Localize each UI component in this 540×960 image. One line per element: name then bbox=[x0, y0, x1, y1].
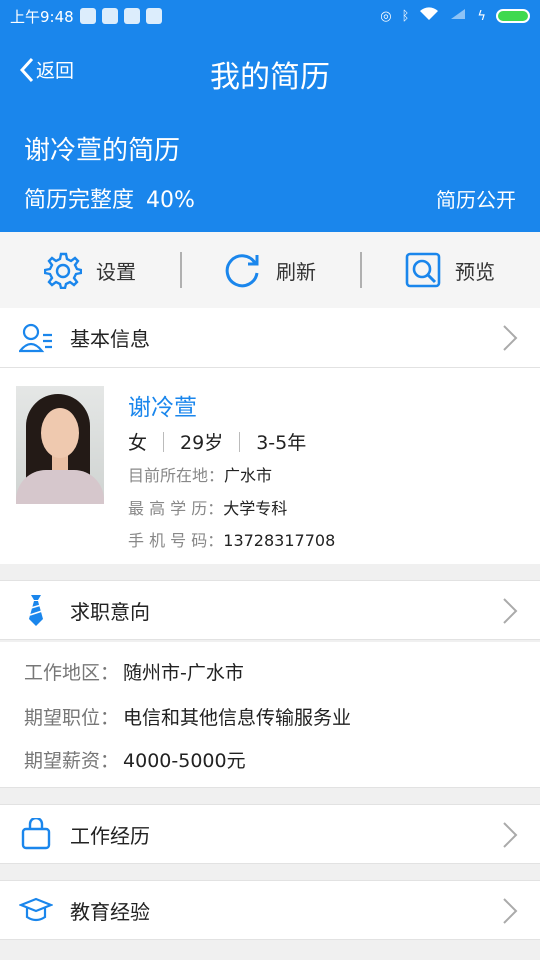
basic-info-row[interactable]: 基本信息 bbox=[0, 308, 540, 368]
resume-completeness: 简历完整度 40% bbox=[24, 182, 195, 214]
action-bar: 设置 刷新 预览 bbox=[0, 232, 540, 308]
completeness-value: 40% bbox=[146, 188, 195, 213]
graduation-cap-icon bbox=[18, 892, 54, 928]
tie-icon bbox=[18, 592, 54, 628]
work-experience-row[interactable]: 工作经历 bbox=[0, 804, 540, 864]
candidate-name: 谢冷萱 bbox=[128, 395, 197, 421]
chevron-right-icon bbox=[503, 598, 518, 624]
charging-icon: ϟ bbox=[477, 8, 486, 24]
work-area-label: 工作地区： bbox=[24, 662, 120, 684]
chevron-right-icon bbox=[503, 325, 518, 351]
resume-owner-title: 谢冷萱的简历 bbox=[24, 136, 181, 166]
expected-position-value: 电信和其他信息传输服务业 bbox=[123, 707, 352, 729]
age: 29岁 bbox=[180, 432, 224, 454]
education-experience-row[interactable]: 教育经验 bbox=[0, 880, 540, 940]
status-time: 上午9:48 bbox=[10, 7, 74, 26]
expected-salary-value: 4000-5000元 bbox=[123, 750, 246, 772]
basic-info-card: 谢冷萱 女 29岁 3-5年 目前所在地：广水市 最 高 学 历：大学专科 手 … bbox=[0, 368, 540, 564]
job-intention-card: 工作地区： 随州市-广水市 期望职位： 电信和其他信息传输服务业 期望薪资： 4000… bbox=[0, 642, 540, 788]
wechat-notification-icon bbox=[123, 8, 140, 24]
battery-icon bbox=[496, 9, 530, 23]
work-experience-title: 工作经历 bbox=[70, 823, 150, 848]
preview-button[interactable]: 预览 bbox=[360, 232, 540, 308]
resume-public-toggle[interactable]: 简历公开 bbox=[436, 184, 516, 213]
basic-info-title: 基本信息 bbox=[70, 327, 150, 351]
refresh-icon bbox=[225, 254, 259, 288]
experience-years: 3-5年 bbox=[256, 432, 307, 454]
preview-icon bbox=[405, 252, 441, 288]
expected-position-line: 期望职位： 电信和其他信息传输服务业 bbox=[24, 703, 351, 730]
status-left: 上午9:48 bbox=[10, 6, 162, 27]
profile-photo bbox=[16, 386, 104, 504]
notification-icon bbox=[79, 8, 96, 24]
phone-value: 13728317708 bbox=[223, 531, 336, 550]
person-list-icon bbox=[18, 320, 54, 356]
settings-label: 设置 bbox=[96, 259, 136, 284]
education-line: 最 高 学 历：大学专科 bbox=[128, 495, 287, 519]
chevron-right-icon bbox=[503, 898, 518, 924]
expected-salary-line: 期望薪资： 4000-5000元 bbox=[24, 746, 246, 773]
gear-icon bbox=[44, 252, 82, 289]
status-bar: 上午9:48 ◎ ᛒ ϟ bbox=[0, 0, 540, 32]
bluetooth-icon: ᛒ bbox=[401, 8, 410, 24]
phone-line: 手 机 号 码：13728317708 bbox=[128, 527, 335, 551]
location-line: 目前所在地：广水市 bbox=[128, 462, 272, 486]
page-title: 我的简历 bbox=[210, 60, 330, 95]
app-notification-icon bbox=[101, 8, 118, 24]
phone-label: 手 机 号 码： bbox=[128, 531, 224, 550]
job-intention-row[interactable]: 求职意向 bbox=[0, 580, 540, 640]
expected-salary-label: 期望薪资： bbox=[24, 750, 120, 772]
wifi-icon bbox=[419, 7, 439, 25]
refresh-label: 刷新 bbox=[276, 259, 316, 284]
work-area-line: 工作地区： 随州市-广水市 bbox=[24, 658, 244, 685]
education-experience-title: 教育经验 bbox=[70, 899, 150, 924]
status-right: ◎ ᛒ ϟ bbox=[380, 7, 530, 25]
alarm-icon: ◎ bbox=[380, 8, 392, 24]
divider bbox=[163, 431, 165, 452]
location-label: 目前所在地： bbox=[128, 466, 225, 485]
candidate-meta: 女 29岁 3-5年 bbox=[128, 428, 306, 455]
education-value: 大学专科 bbox=[223, 499, 288, 518]
completeness-label: 简历完整度 bbox=[24, 188, 135, 213]
location-value: 广水市 bbox=[224, 466, 273, 485]
message-notification-icon bbox=[145, 8, 162, 24]
resume-header: 返回 我的简历 谢冷萱的简历 简历完整度 40% 简历公开 bbox=[0, 32, 540, 232]
chevron-right-icon bbox=[503, 822, 518, 848]
preview-label: 预览 bbox=[455, 259, 495, 284]
education-label: 最 高 学 历： bbox=[128, 499, 224, 518]
signal-icon bbox=[449, 7, 467, 25]
refresh-button[interactable]: 刷新 bbox=[180, 232, 360, 308]
expected-position-label: 期望职位： bbox=[24, 707, 120, 729]
gender: 女 bbox=[128, 432, 148, 454]
work-area-value: 随州市-广水市 bbox=[123, 662, 244, 684]
settings-button[interactable]: 设置 bbox=[0, 232, 180, 308]
job-intention-title: 求职意向 bbox=[70, 599, 150, 624]
briefcase-icon bbox=[18, 816, 54, 852]
divider bbox=[239, 431, 241, 452]
